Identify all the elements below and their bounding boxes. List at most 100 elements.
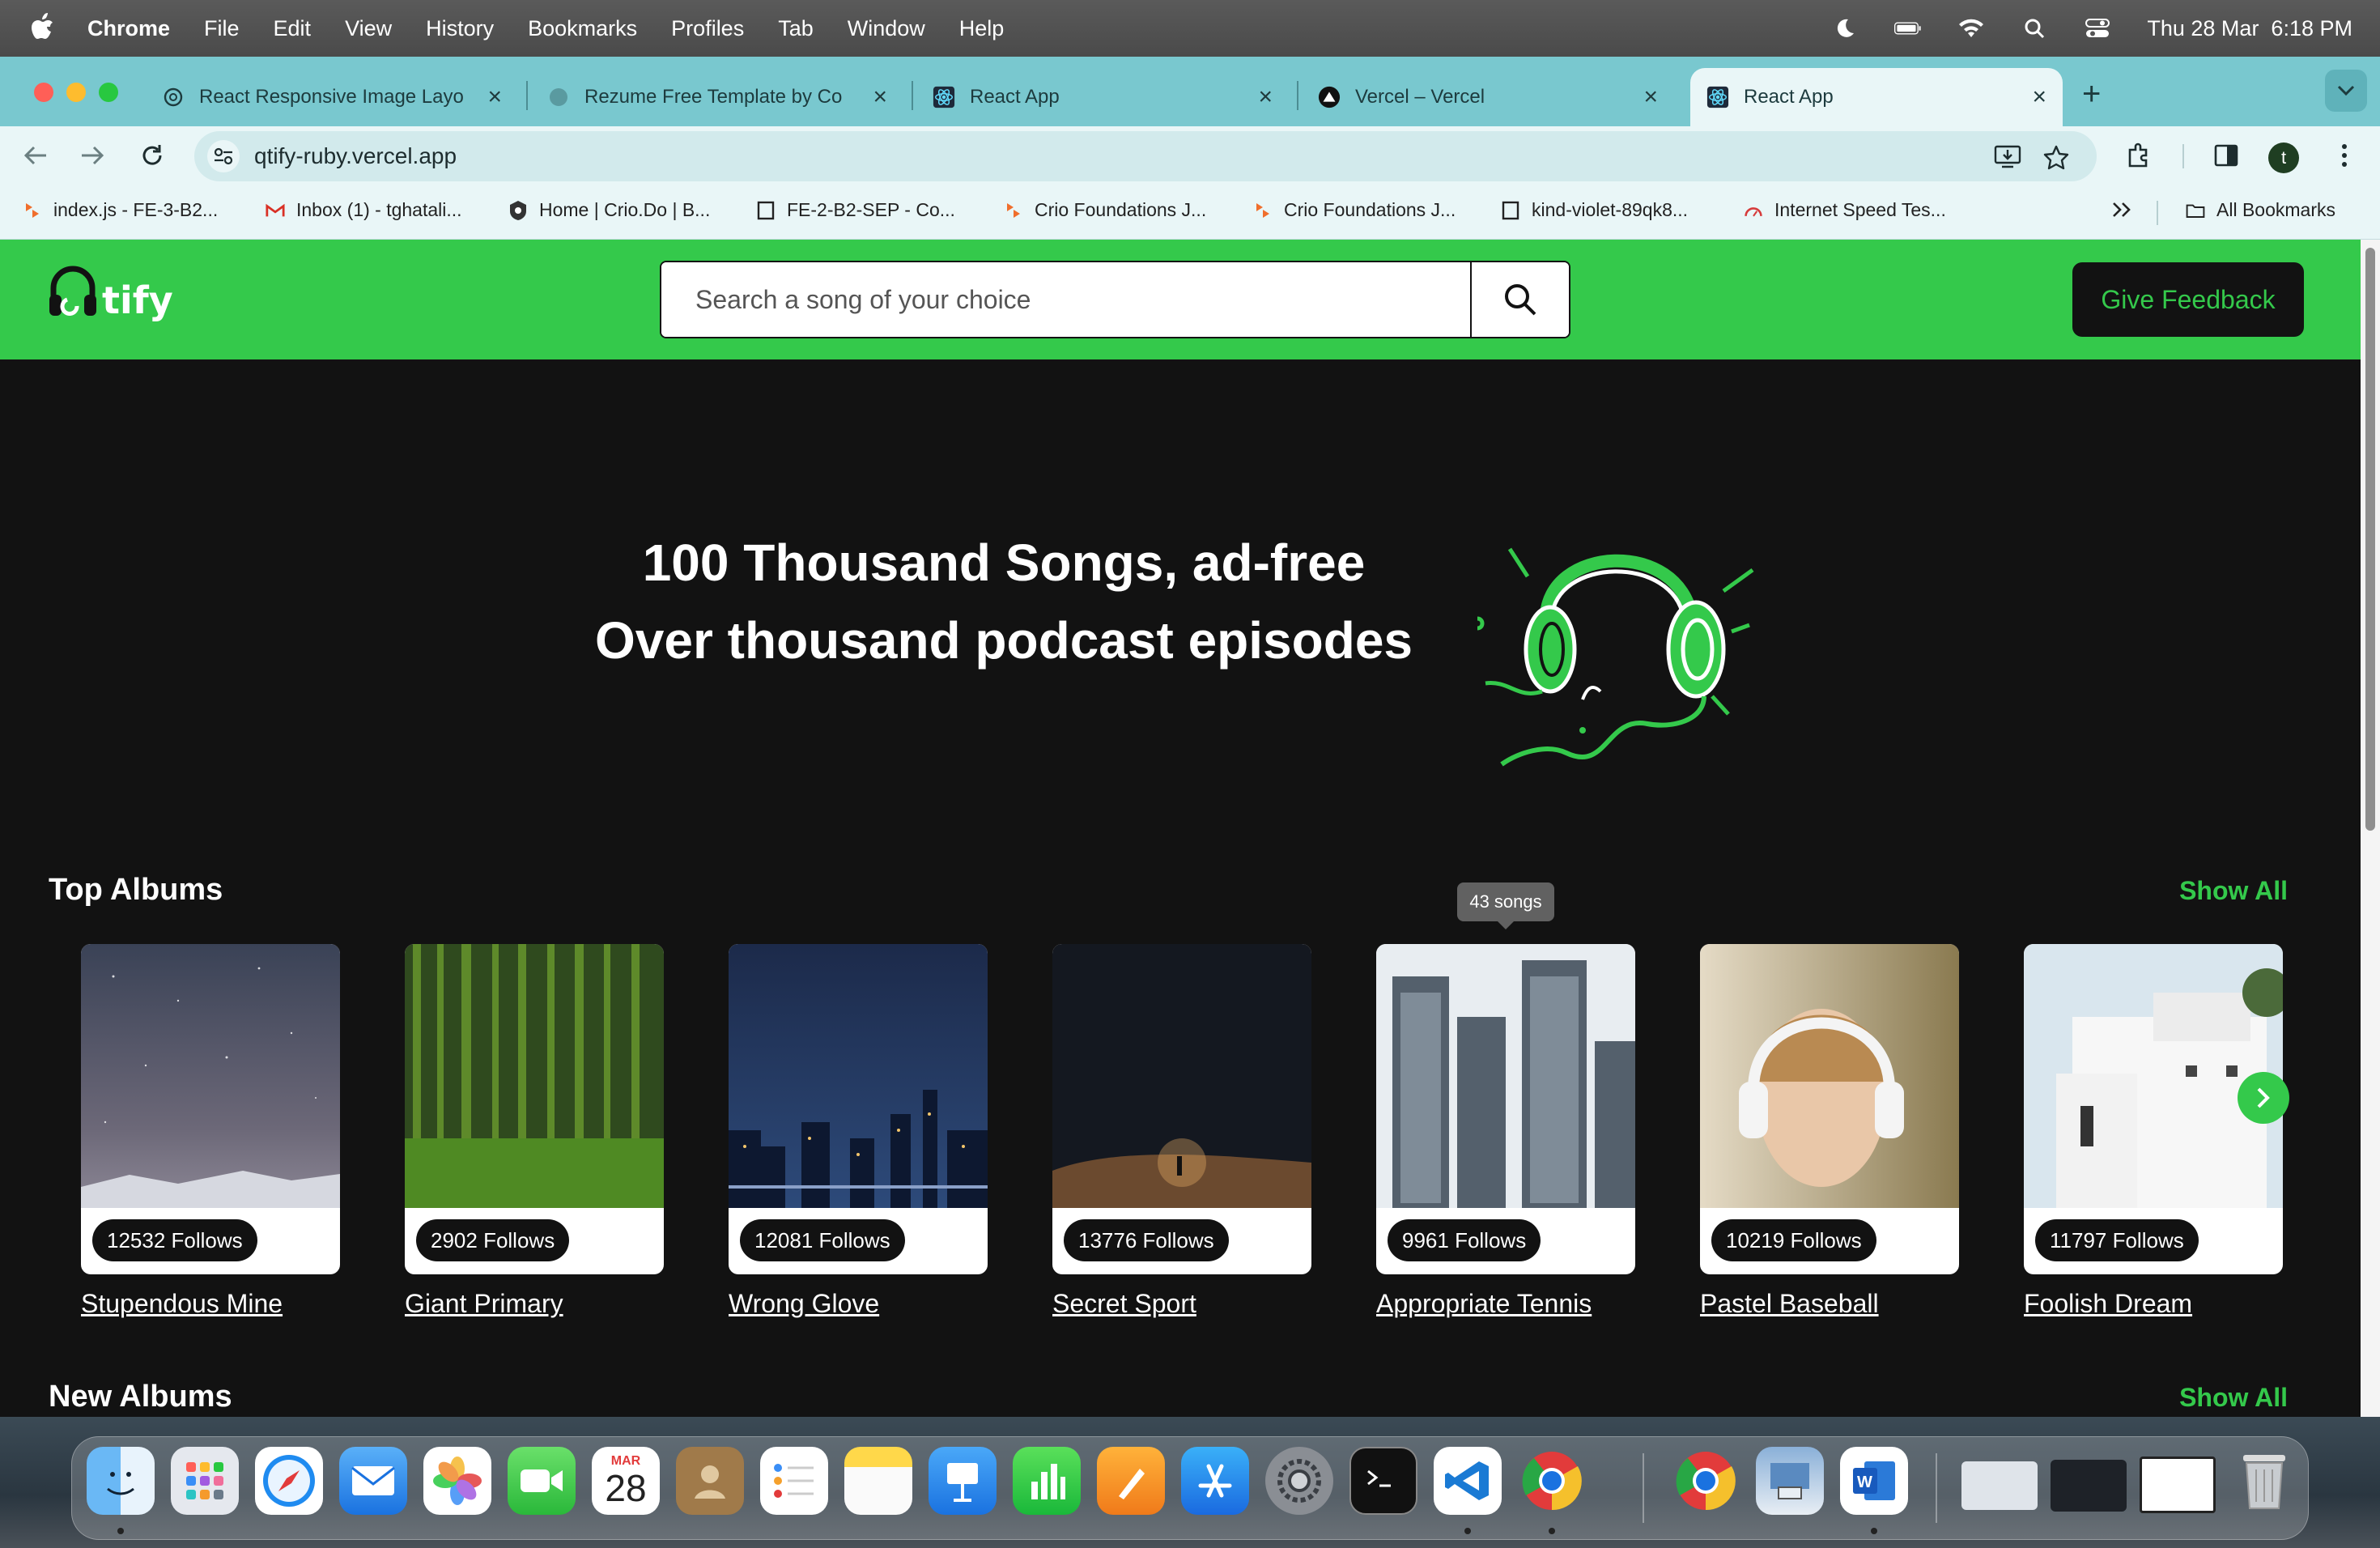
bookmark-item[interactable]: Crio Foundations J... (1004, 199, 1206, 221)
finder-icon[interactable] (87, 1447, 155, 1515)
contacts-icon[interactable] (676, 1447, 744, 1515)
album-name[interactable]: Secret Sport (1052, 1289, 1311, 1319)
forward-arrow-icon[interactable] (74, 138, 110, 173)
keynote-icon[interactable] (929, 1447, 997, 1515)
profile-avatar[interactable]: t (2268, 142, 2299, 173)
album-card[interactable]: 10219 Follows Pastel Baseball (1700, 944, 1959, 1319)
album-card[interactable]: 12532 Follows Stupendous Mine (81, 944, 340, 1319)
chrome-profile-icon[interactable] (1672, 1447, 1740, 1515)
bookmark-star-icon[interactable] (2042, 142, 2071, 172)
album-name[interactable]: Foolish Dream (2024, 1289, 2283, 1319)
album-name[interactable]: Giant Primary (405, 1289, 664, 1319)
zoom-window-button[interactable] (99, 83, 118, 102)
new-albums-show-all-button[interactable]: Show All (2179, 1383, 2288, 1413)
facetime-icon[interactable] (508, 1447, 576, 1515)
reload-icon[interactable] (134, 138, 170, 173)
album-card[interactable]: 11797 Follows Foolish Dream (2024, 944, 2283, 1319)
tab-1[interactable]: Rezume Free Template by Co × (531, 68, 903, 126)
calendar-icon[interactable]: MAR 28 (592, 1447, 660, 1515)
tab-0[interactable]: React Responsive Image Layo × (146, 68, 518, 126)
bookmark-item[interactable]: Internet Speed Tes... (1744, 199, 1946, 221)
spotlight-search-icon[interactable] (2021, 17, 2048, 40)
bookmark-item[interactable]: kind-violet-89qk8... (1501, 199, 1688, 221)
numbers-icon[interactable] (1013, 1447, 1081, 1515)
system-settings-icon[interactable] (1265, 1447, 1333, 1515)
apple-icon[interactable] (31, 12, 55, 45)
menu-clock[interactable]: Thu 28 Mar 6:18 PM (2147, 16, 2352, 41)
extensions-puzzle-icon[interactable] (2123, 139, 2155, 172)
menu-profiles[interactable]: Profiles (671, 16, 744, 41)
control-center-icon[interactable] (2084, 17, 2111, 40)
tab-3[interactable]: Vercel – Vercel × (1302, 68, 1674, 126)
vscode-icon[interactable] (1434, 1447, 1502, 1515)
minimize-window-button[interactable] (66, 83, 86, 102)
bookmark-item[interactable]: Home | Crio.Do | B... (508, 199, 710, 221)
close-icon[interactable]: × (1643, 83, 1658, 111)
bookmark-item[interactable]: index.js - FE-3-B2... (23, 199, 218, 221)
address-bar[interactable]: qtify-ruby.vercel.app (194, 131, 2097, 181)
photos-icon[interactable] (423, 1447, 491, 1515)
install-app-icon[interactable] (1993, 142, 2022, 172)
pages-icon[interactable] (1097, 1447, 1165, 1515)
top-albums-show-all-button[interactable]: Show All (2179, 876, 2288, 906)
close-icon[interactable]: × (487, 83, 502, 111)
site-info-icon[interactable] (207, 140, 240, 172)
album-card[interactable]: 13776 Follows Secret Sport (1052, 944, 1311, 1319)
back-arrow-icon[interactable] (18, 138, 53, 173)
album-name[interactable]: Pastel Baseball (1700, 1289, 1959, 1319)
scrollbar-thumb[interactable] (2365, 248, 2375, 831)
album-card[interactable]: 12081 Follows Wrong Glove (729, 944, 988, 1319)
notes-icon[interactable] (844, 1447, 912, 1515)
search-button[interactable] (1470, 262, 1569, 337)
menu-file[interactable]: File (204, 16, 240, 41)
word-icon[interactable]: W (1840, 1447, 1908, 1515)
close-window-button[interactable] (34, 83, 53, 102)
menu-help[interactable]: Help (959, 16, 1005, 41)
close-icon[interactable]: × (1258, 83, 1273, 111)
chrome-icon[interactable] (1518, 1447, 1586, 1515)
page-scrollbar[interactable] (2361, 240, 2380, 1417)
reminders-icon[interactable] (760, 1447, 828, 1515)
more-bookmarks-chevron-icon[interactable] (2111, 201, 2132, 219)
bookmark-item[interactable]: Inbox (1) - tghatali... (266, 199, 462, 221)
qtify-logo[interactable]: tify (47, 264, 173, 322)
tab-search-chevron-icon[interactable] (2325, 70, 2367, 112)
bookmark-item[interactable]: FE-2-B2-SEP - Co... (756, 199, 955, 221)
menu-edit[interactable]: Edit (274, 16, 312, 41)
close-icon[interactable]: × (873, 83, 887, 111)
new-tab-icon[interactable]: + (2082, 76, 2101, 113)
menu-bookmarks[interactable]: Bookmarks (528, 16, 637, 41)
url-text[interactable]: qtify-ruby.vercel.app (254, 143, 457, 169)
search-input[interactable] (661, 262, 1471, 337)
app-store-icon[interactable] (1181, 1447, 1249, 1515)
safari-icon[interactable] (255, 1447, 323, 1515)
album-card[interactable]: 9961 Follows Appropriate Tennis (1376, 944, 1635, 1319)
mail-icon[interactable] (339, 1447, 407, 1515)
wifi-icon[interactable] (1957, 17, 1985, 40)
trash-icon[interactable] (2230, 1447, 2298, 1515)
tab-2[interactable]: React App × (916, 68, 1289, 126)
preview-icon[interactable] (1756, 1447, 1824, 1515)
bookmark-item[interactable]: Crio Foundations J... (1253, 199, 1456, 221)
album-name[interactable]: Wrong Glove (729, 1289, 988, 1319)
side-panel-icon[interactable] (2210, 139, 2242, 172)
minimized-window-thumbnail[interactable] (1961, 1461, 2038, 1510)
minimized-window-thumbnail[interactable] (2140, 1457, 2216, 1513)
album-card[interactable]: 2902 Follows Giant Primary (405, 944, 664, 1319)
give-feedback-button[interactable]: Give Feedback (2072, 262, 2304, 337)
tab-4-active[interactable]: React App × (1690, 68, 2063, 126)
menu-history[interactable]: History (426, 16, 494, 41)
carousel-next-button[interactable] (2238, 1072, 2289, 1124)
close-icon[interactable]: × (2032, 83, 2046, 111)
all-bookmarks[interactable]: All Bookmarks (2186, 199, 2335, 221)
terminal-icon[interactable] (1349, 1447, 1417, 1515)
menu-window[interactable]: Window (848, 16, 925, 41)
moon-icon[interactable] (1831, 17, 1859, 40)
more-options-icon[interactable] (2328, 139, 2361, 172)
album-name[interactable]: Stupendous Mine (81, 1289, 340, 1319)
battery-icon[interactable] (1894, 17, 1922, 40)
menu-view[interactable]: View (345, 16, 392, 41)
album-name[interactable]: Appropriate Tennis (1376, 1289, 1635, 1319)
menu-app-name[interactable]: Chrome (87, 16, 170, 41)
launchpad-icon[interactable] (171, 1447, 239, 1515)
